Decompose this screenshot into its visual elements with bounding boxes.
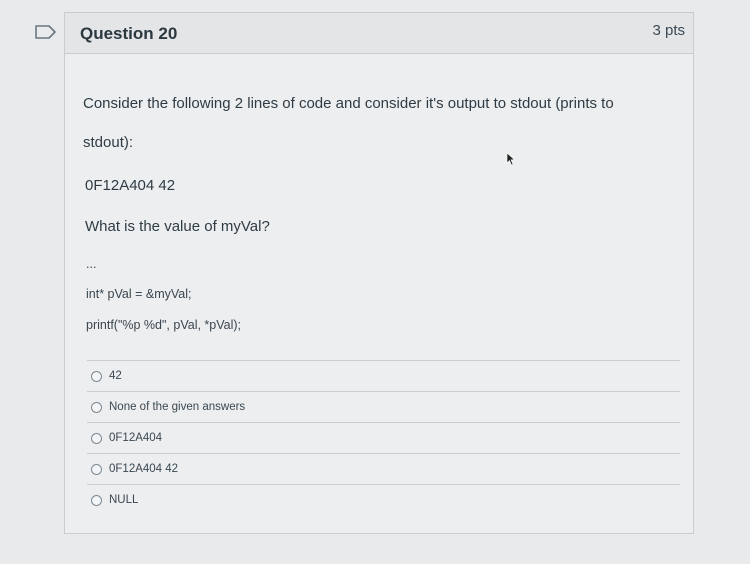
answer-label: 0F12A404 — [109, 432, 163, 444]
radio-icon[interactable] — [91, 371, 102, 382]
answer-option[interactable]: None of the given answers — [87, 391, 680, 422]
radio-icon[interactable] — [91, 495, 102, 506]
question-prompt-line-1: Consider the following 2 lines of code a… — [83, 95, 614, 112]
question-title: Question 20 — [80, 24, 178, 43]
code-line-2: printf("%p %d", pVal, *pVal); — [86, 318, 242, 332]
answer-option[interactable]: 0F12A404 — [87, 422, 680, 453]
question-ask: What is the value of myVal? — [85, 218, 270, 235]
question-card: Question 20 3 pts Consider the following… — [64, 12, 694, 534]
answer-label: 42 — [109, 370, 122, 382]
answer-label: 0F12A404 42 — [109, 463, 179, 475]
code-line-1: int* pVal = &myVal; — [86, 287, 192, 301]
answer-list: 42 None of the given answers 0F12A404 0F… — [87, 360, 680, 515]
answer-label: None of the given answers — [109, 401, 246, 413]
question-points: 3 pts — [652, 22, 685, 39]
cursor-icon — [506, 152, 516, 166]
question-prompt-line-2: stdout): — [83, 134, 134, 151]
answer-option[interactable]: 0F12A404 42 — [87, 453, 680, 484]
radio-icon[interactable] — [91, 464, 102, 475]
question-header: Question 20 3 pts — [65, 13, 693, 54]
flag-icon[interactable] — [35, 25, 57, 39]
question-output-value: 0F12A404 42 — [85, 177, 176, 194]
answer-option[interactable]: NULL — [87, 484, 680, 515]
radio-icon[interactable] — [91, 433, 102, 444]
code-ellipsis: ... — [86, 257, 97, 271]
radio-icon[interactable] — [91, 402, 102, 413]
answer-option[interactable]: 42 — [87, 360, 680, 391]
answer-label: NULL — [109, 494, 139, 506]
